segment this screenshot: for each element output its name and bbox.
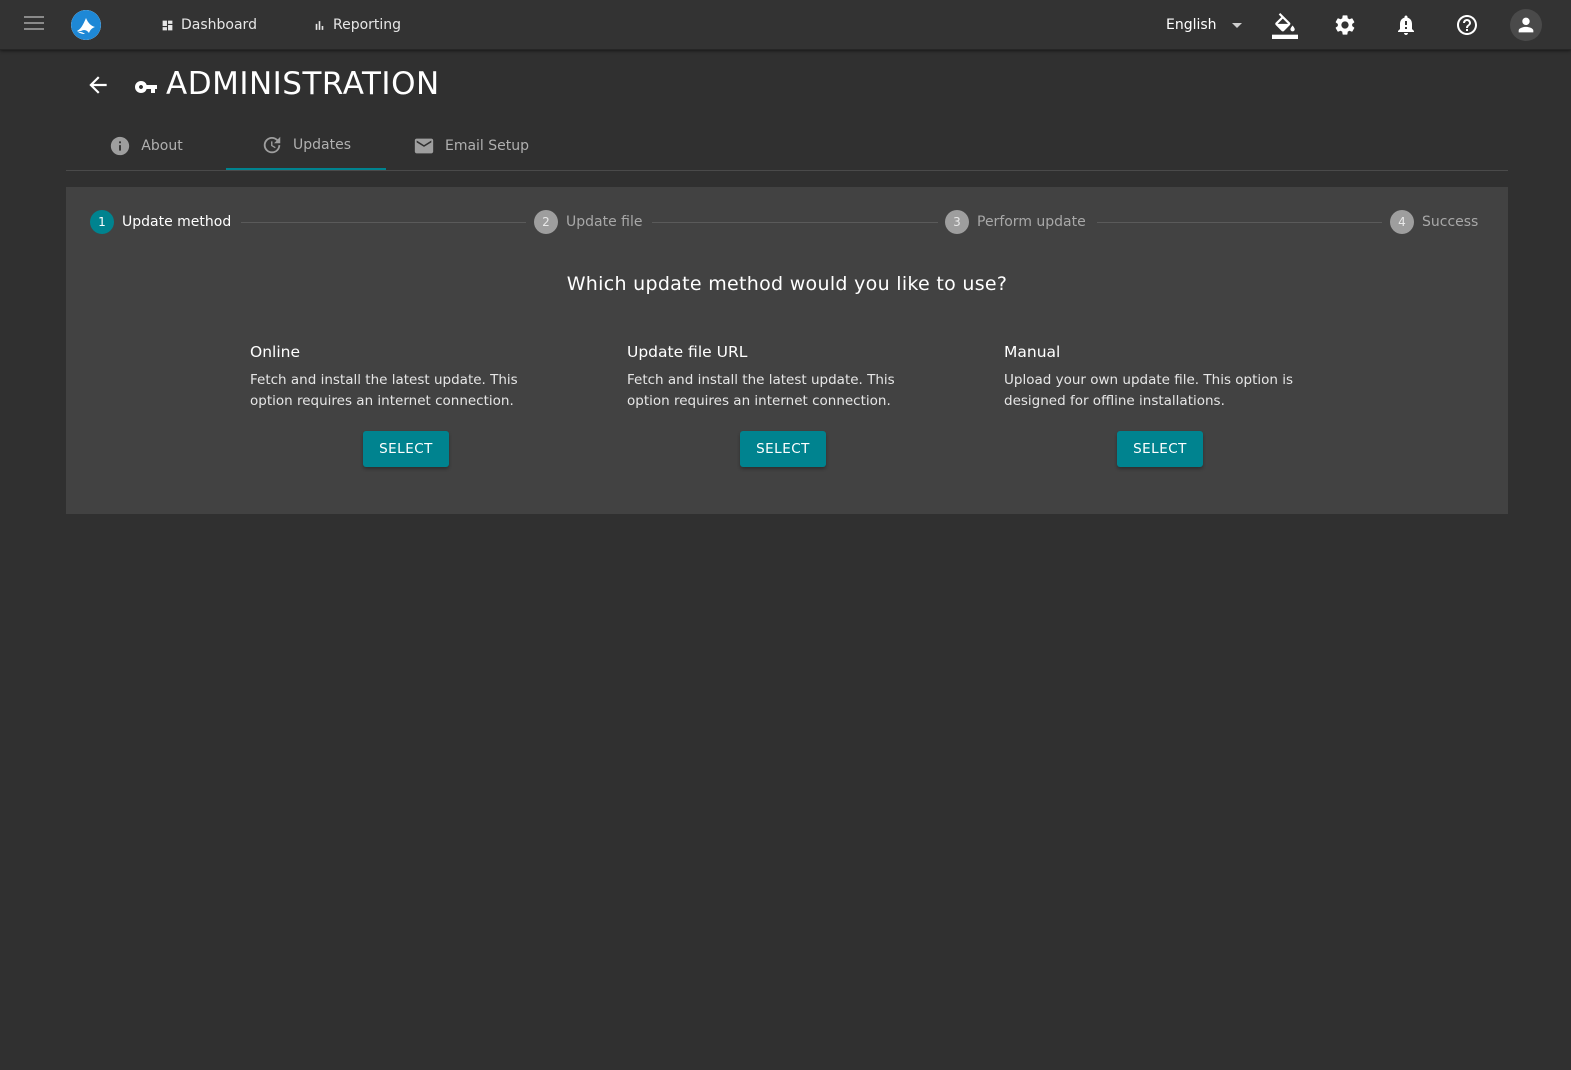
option-online: Online Fetch and install the latest upda… <box>250 343 570 412</box>
step-number: 3 <box>945 210 969 234</box>
top-app-bar: Dashboard Reporting English <box>0 0 1571 50</box>
step-update-file[interactable]: 2 Update file <box>534 210 642 234</box>
nav-dashboard[interactable]: Dashboard <box>161 0 257 50</box>
option-title: Update file URL <box>627 343 748 361</box>
nav-dashboard-label: Dashboard <box>181 17 257 33</box>
tab-about-label: About <box>141 137 183 154</box>
tab-about[interactable]: About <box>66 121 226 170</box>
update-stepper-panel: 1 Update method 2 Update file 3 Perform … <box>66 187 1508 514</box>
step-number: 1 <box>90 210 114 234</box>
update-method-question: Which update method would you like to us… <box>566 273 1008 295</box>
step-label: Success <box>1422 214 1479 230</box>
admin-tabs: About Updates Email Setup <box>66 121 1508 171</box>
option-description: Upload your own update file. This option… <box>1004 372 1294 409</box>
select-online-button[interactable]: SELECT <box>363 431 449 467</box>
nav-reporting-label: Reporting <box>333 17 402 33</box>
person-icon <box>1518 17 1534 33</box>
step-label: Perform update <box>977 214 1086 230</box>
step-update-method[interactable]: 1 Update method <box>90 210 231 234</box>
key-icon <box>134 75 158 99</box>
update-icon <box>263 136 281 153</box>
option-manual: Manual Upload your own update file. This… <box>1004 343 1324 412</box>
email-icon <box>414 138 434 153</box>
theme-paint-icon[interactable] <box>1272 13 1298 39</box>
arrow-back-icon <box>89 76 107 94</box>
step-label: Update file <box>566 214 643 230</box>
option-title: Online <box>250 343 300 361</box>
menu-icon[interactable] <box>24 16 44 34</box>
help-icon[interactable] <box>1455 13 1479 37</box>
select-manual-button[interactable]: SELECT <box>1117 431 1203 467</box>
tab-email-setup-label: Email Setup <box>444 137 530 154</box>
step-divider <box>1097 222 1382 223</box>
info-icon <box>111 136 130 155</box>
app-logo[interactable] <box>71 10 101 40</box>
step-divider <box>652 222 938 223</box>
chevron-down-icon <box>1231 22 1242 28</box>
select-update-file-url-button[interactable]: SELECT <box>740 431 826 467</box>
tab-email-setup[interactable]: Email Setup <box>386 121 556 170</box>
step-divider <box>241 222 526 223</box>
notification-bell-icon[interactable] <box>1394 13 1418 37</box>
step-success[interactable]: 4 Success <box>1390 210 1478 234</box>
step-number: 2 <box>534 210 558 234</box>
tab-updates[interactable]: Updates <box>226 121 386 170</box>
option-description: Fetch and install the latest update. Thi… <box>627 372 895 409</box>
bar-chart-icon <box>315 20 324 30</box>
option-description: Fetch and install the latest update. Thi… <box>250 372 518 409</box>
back-button[interactable] <box>85 72 111 98</box>
step-perform-update[interactable]: 3 Perform update <box>945 210 1086 234</box>
option-title: Manual <box>1004 343 1061 361</box>
logo-icon <box>71 10 101 40</box>
settings-gear-icon[interactable] <box>1333 13 1357 37</box>
dashboard-icon <box>162 20 173 30</box>
step-number: 4 <box>1390 210 1414 234</box>
language-label: English <box>1166 17 1217 33</box>
option-update-file-url: Update file URL Fetch and install the la… <box>627 343 947 412</box>
step-label: Update method <box>122 214 232 230</box>
user-avatar[interactable] <box>1510 9 1542 41</box>
nav-reporting[interactable]: Reporting <box>313 0 401 50</box>
tab-updates-label: Updates <box>293 136 351 153</box>
language-select[interactable]: English <box>1166 0 1242 50</box>
page-title: ADMINISTRATION <box>166 66 440 102</box>
